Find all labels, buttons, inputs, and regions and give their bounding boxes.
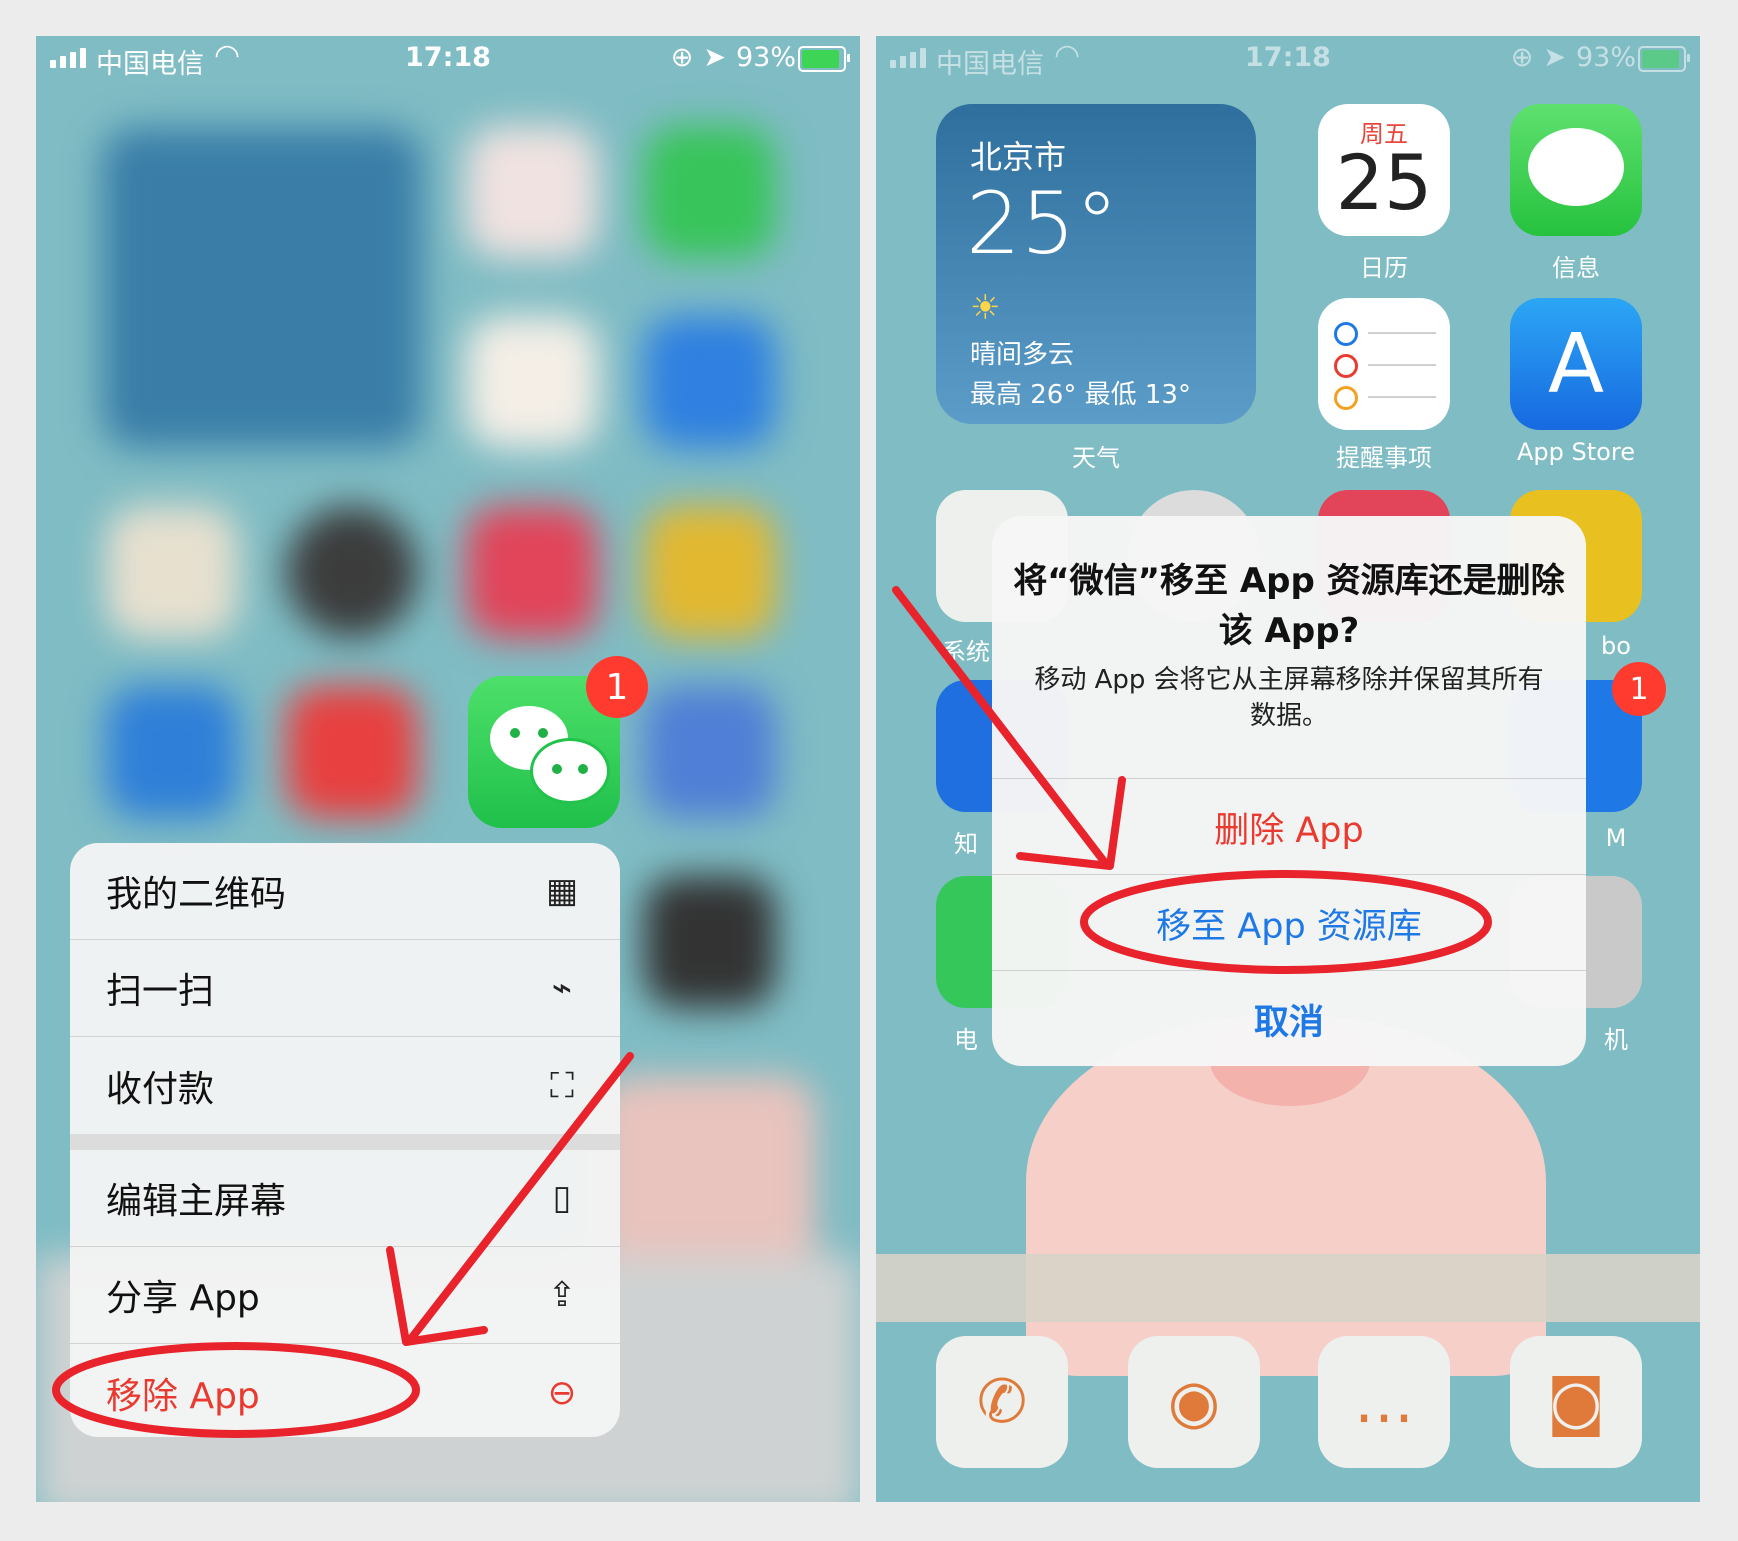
- calendar-label: 日历: [1360, 254, 1408, 282]
- menu-item-label: 分享 App: [106, 1278, 260, 1319]
- location-icon: ➤: [1543, 42, 1566, 73]
- menu-item-label: 编辑主屏幕: [106, 1181, 287, 1222]
- payment-scan-icon: ⛶: [550, 1065, 574, 1106]
- alert-title: 将“微信”移至 App 资源库还是删除该 App?: [1013, 561, 1565, 651]
- camera-label-partial: 机: [1604, 1026, 1628, 1054]
- alert-message: 移动 App 会将它从主屏幕移除并保留其所有数据。: [1034, 665, 1544, 731]
- phone-outline-icon: ▯: [552, 1178, 572, 1218]
- app-store-app-icon[interactable]: A: [1510, 298, 1642, 430]
- notification-badge: 1: [1612, 662, 1666, 716]
- weather-condition: 晴间多云: [970, 340, 1075, 370]
- sun-icon: ☀: [970, 288, 1001, 328]
- delete-app-button[interactable]: 删除 App: [992, 778, 1586, 875]
- battery-icon: [1638, 46, 1690, 72]
- menu-item-label: 我的二维码: [106, 874, 287, 915]
- weather-high-low: 最高 26° 最低 13°: [970, 380, 1191, 410]
- messages-app-icon[interactable]: [1510, 104, 1642, 236]
- weibo-label-partial: bo: [1601, 632, 1631, 660]
- weather-city: 北京市: [970, 138, 1067, 176]
- menu-item-edit-home-screen[interactable]: 编辑主屏幕 ▯: [70, 1150, 620, 1247]
- app-store-label: App Store: [1517, 438, 1635, 466]
- dock-camera-icon[interactable]: ◙: [1510, 1336, 1642, 1468]
- reminders-label: 提醒事项: [1336, 444, 1432, 472]
- menu-item-label: 移除 App: [106, 1375, 260, 1417]
- battery-percent: 93%: [1575, 42, 1636, 73]
- calendar-app-icon[interactable]: 周五 25: [1318, 104, 1450, 236]
- status-bar: 中国电信 ◠ 17:18 ⊕ ➤ 93%: [876, 36, 1700, 80]
- left-phone-screen: 中国电信 ◠ 17:18 ⊕ ➤ 93% 1 我的二维码 ▦ 扫一扫 ⌁ 收付款…: [36, 36, 860, 1502]
- reminders-app-icon[interactable]: [1318, 298, 1450, 430]
- battery-percent: 93%: [735, 42, 796, 73]
- cancel-button[interactable]: 取消: [992, 970, 1586, 1066]
- qr-code-icon: ▦: [545, 871, 579, 911]
- notification-badge: 1: [586, 656, 648, 718]
- system-label-partial: 系统: [942, 638, 990, 666]
- pig-wallpaper: [1026, 1016, 1546, 1376]
- right-phone-screen: 中国电信 ◠ 17:18 ⊕ ➤ 93% 北京市 25° ☀ 晴间多云 最高 2…: [876, 36, 1700, 1502]
- menu-item-share-app[interactable]: 分享 App ⇪: [70, 1247, 620, 1344]
- zhihu-label-partial: 知: [954, 830, 978, 858]
- share-icon: ⇪: [547, 1275, 577, 1315]
- move-to-app-library-button[interactable]: 移至 App 资源库: [992, 874, 1586, 971]
- dock-contacts-icon[interactable]: ◉: [1128, 1336, 1260, 1468]
- dock-messages-icon[interactable]: …: [1318, 1336, 1450, 1468]
- menu-item-remove-app[interactable]: 移除 App ⊖: [70, 1344, 620, 1437]
- dock-phone-icon[interactable]: ✆: [936, 1336, 1068, 1468]
- remove-app-alert: 将“微信”移至 App 资源库还是删除该 App? 移动 App 会将它从主屏幕…: [992, 516, 1586, 1066]
- minus-circle-icon: ⊖: [547, 1372, 577, 1413]
- menu-item-label: 扫一扫: [106, 971, 215, 1012]
- wallpaper-blanket: [876, 1254, 1700, 1322]
- scan-icon: ⌁: [551, 968, 573, 1008]
- app-context-menu: 我的二维码 ▦ 扫一扫 ⌁ 收付款 ⛶ 编辑主屏幕 ▯ 分享 App ⇪ 移除 …: [70, 843, 620, 1437]
- battery-icon: [798, 46, 850, 72]
- menu-item-payment[interactable]: 收付款 ⛶: [70, 1037, 620, 1134]
- rotation-lock-icon: ⊕: [1510, 42, 1534, 73]
- messages-label: 信息: [1552, 254, 1600, 282]
- rotation-lock-icon: ⊕: [670, 42, 694, 73]
- menu-item-label: 收付款: [106, 1068, 215, 1110]
- calendar-day: 25: [1335, 138, 1433, 227]
- app-label-partial: M: [1605, 824, 1627, 852]
- location-icon: ➤: [703, 42, 726, 73]
- weather-temperature: 25°: [966, 174, 1119, 274]
- status-bar: 中国电信 ◠ 17:18 ⊕ ➤ 93%: [36, 36, 860, 80]
- phone-label-partial: 电: [954, 1026, 978, 1054]
- weather-widget[interactable]: 北京市 25° ☀ 晴间多云 最高 26° 最低 13°: [936, 104, 1256, 424]
- menu-section-separator: [70, 1134, 620, 1150]
- weather-label: 天气: [1072, 444, 1120, 472]
- menu-item-my-qr-code[interactable]: 我的二维码 ▦: [70, 843, 620, 940]
- menu-item-scan[interactable]: 扫一扫 ⌁: [70, 940, 620, 1037]
